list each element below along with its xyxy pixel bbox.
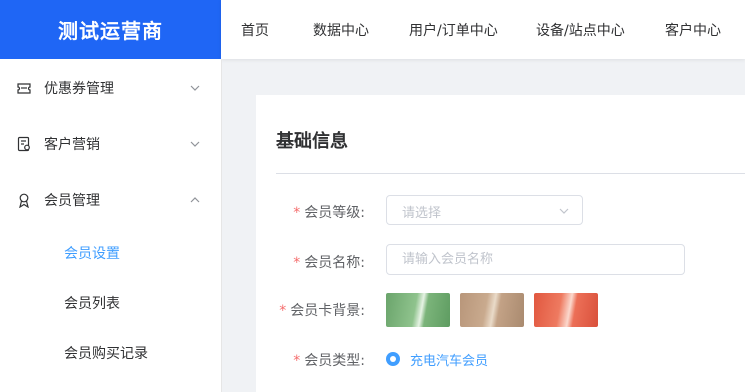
divider (276, 173, 745, 174)
card-background-gold[interactable] (460, 293, 524, 327)
member-name-field (386, 244, 685, 275)
chevron-down-icon (559, 208, 569, 214)
required-mark: * (293, 205, 301, 221)
sidebar-item-marketing[interactable]: 客户营销 (0, 116, 221, 172)
select-placeholder: 请选择 (402, 206, 442, 221)
required-mark: * (279, 303, 287, 319)
card-background-green[interactable] (386, 293, 450, 327)
sidebar-item-members[interactable]: 会员管理 (0, 172, 221, 228)
chevron-up-icon (190, 197, 200, 203)
sidebar-subitem-label: 会员列表 (64, 296, 120, 312)
nav-customer-center[interactable]: 客户中心 (665, 20, 721, 40)
section-title: 基础信息 (276, 131, 348, 152)
marketing-icon (17, 136, 30, 152)
card-background-red[interactable] (534, 293, 598, 327)
sidebar-item-coupons[interactable]: 优惠券管理 (0, 60, 221, 116)
name-label: * 会员名称: (293, 255, 365, 271)
sidebar-subitem-member-list[interactable]: 会员列表 (0, 278, 221, 328)
member-level-select[interactable]: 请选择 (386, 195, 583, 225)
brand-logo: 测试运营商 (0, 0, 221, 59)
sidebar-subitem-label: 会员设置 (64, 246, 120, 262)
required-mark: * (293, 255, 301, 271)
nav-device-site-center[interactable]: 设备/站点中心 (536, 20, 625, 40)
member-icon (19, 193, 29, 208)
nav-user-order-center[interactable]: 用户/订单中心 (409, 20, 498, 40)
sidebar: 优惠券管理 客户营销 会员管理 会员设置 会员列表 会员购买记录 (0, 59, 222, 392)
level-label: * 会员等级: (293, 205, 365, 221)
member-type-radio[interactable] (386, 352, 400, 366)
sidebar-item-label: 会员管理 (44, 193, 100, 209)
nav-data-center[interactable]: 数据中心 (313, 20, 369, 40)
required-mark: * (293, 353, 301, 369)
chevron-down-icon (190, 141, 200, 147)
sidebar-subitem-label: 会员购买记录 (64, 346, 148, 362)
sidebar-item-label: 优惠券管理 (44, 81, 114, 97)
coupon-icon (17, 83, 31, 94)
member-name-input[interactable] (387, 245, 672, 274)
member-type-option-label[interactable]: 充电汽车会员 (410, 350, 488, 369)
sidebar-subitem-member-settings[interactable]: 会员设置 (0, 228, 221, 278)
sidebar-subitem-purchase-records[interactable]: 会员购买记录 (0, 328, 221, 378)
form-panel: 基础信息 *会员等级: 请选择 *会员名称: *会员卡背景: *会员类型: 充电… (256, 95, 745, 392)
top-navigation: 首页 数据中心 用户/订单中心 设备/站点中心 客户中心 (221, 0, 745, 59)
type-label: * 会员类型: (293, 353, 365, 369)
chevron-down-icon (190, 85, 200, 91)
nav-home[interactable]: 首页 (241, 20, 269, 40)
sidebar-item-label: 客户营销 (44, 137, 100, 153)
background-label: * 会员卡背景: (279, 303, 365, 319)
